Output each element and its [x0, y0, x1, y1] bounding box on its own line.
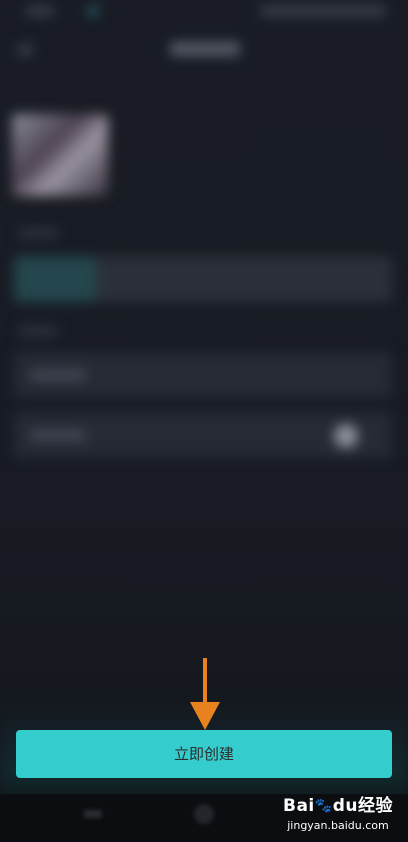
create-now-button[interactable]: 立即创建: [16, 730, 392, 778]
watermark-site: jingyan.baidu.com: [287, 819, 389, 832]
app-screen: 立即创建 Bai🐾du经验 jingyan.baidu.com: [0, 0, 408, 842]
watermark-brand: Bai🐾du经验: [282, 794, 394, 818]
input-highlight: [14, 256, 96, 302]
back-icon[interactable]: [18, 44, 32, 56]
section-label: [18, 326, 58, 336]
home-icon[interactable]: [194, 804, 214, 824]
notification-icon: [88, 6, 98, 16]
watermark-brand-mid: du: [332, 796, 358, 816]
cover-thumbnail[interactable]: [12, 114, 108, 196]
navigation-bar: [0, 26, 408, 72]
status-indicators: [260, 6, 386, 16]
toggle-switch[interactable]: [334, 424, 358, 448]
page-title: [170, 42, 240, 56]
baidu-jingyan-watermark: Bai🐾du经验 jingyan.baidu.com: [282, 794, 394, 838]
baidu-paw-icon: 🐾: [314, 798, 333, 814]
status-time: [26, 6, 54, 16]
settings-row-label: [30, 370, 86, 380]
menu-icon[interactable]: [84, 810, 102, 818]
settings-row-label: [30, 430, 86, 440]
section-label: [18, 228, 58, 238]
watermark-brand-right: 经验: [357, 796, 393, 816]
status-bar: [0, 0, 408, 24]
arrow-down-icon: [190, 658, 220, 730]
watermark-brand-left: Bai: [283, 796, 315, 816]
